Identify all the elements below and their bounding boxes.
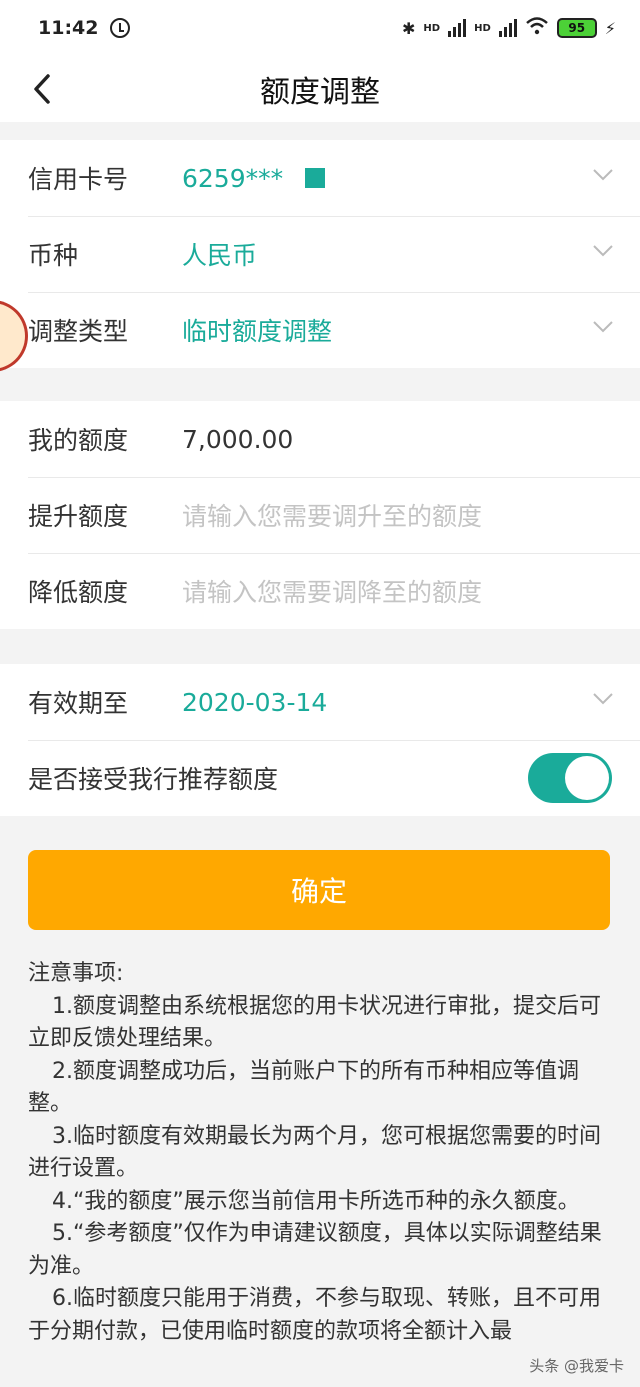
chevron-down-icon <box>593 245 613 257</box>
note-item: 4.“我的额度”展示您当前信用卡所选币种的永久额度。 <box>52 1188 580 1214</box>
wifi-icon <box>525 17 549 39</box>
confirm-button[interactable]: 确定 <box>28 850 610 930</box>
nav-bar: 额度调整 <box>0 56 640 122</box>
bluetooth-icon: ✱ <box>402 18 416 38</box>
card-info-section: 信用卡号 6259*** 币种 人民币 调整类型 临时额度调整 <box>0 140 640 368</box>
adjust-type-row[interactable]: 调整类型 临时额度调整 <box>0 292 640 368</box>
masked-digits-block <box>305 168 326 188</box>
card-number-row[interactable]: 信用卡号 6259*** <box>0 140 640 216</box>
back-arrow-icon[interactable] <box>28 72 62 106</box>
hd-label-1: HD <box>423 22 441 34</box>
raise-limit-input[interactable]: 请输入您需要调升至的额度 <box>182 497 482 533</box>
raise-limit-label: 提升额度 <box>28 502 129 531</box>
charging-icon: ⚡ <box>604 18 616 38</box>
chevron-down-icon <box>593 693 613 705</box>
valid-until-label: 有效期至 <box>28 689 129 718</box>
chevron-down-icon <box>593 169 613 181</box>
chevron-down-icon <box>593 321 613 333</box>
battery-icon: 95 <box>556 18 597 38</box>
status-time: 11:42 <box>38 17 99 39</box>
status-icons: ✱ HD HD 95 ⚡ <box>402 17 616 39</box>
lower-limit-label: 降低额度 <box>28 578 129 607</box>
alarm-icon <box>110 18 131 38</box>
my-limit-row: 我的额度 7,000.00 <box>0 401 640 477</box>
signal-icon-1 <box>448 19 467 37</box>
adjust-type-label: 调整类型 <box>28 317 129 346</box>
lower-limit-input[interactable]: 请输入您需要调降至的额度 <box>182 573 482 609</box>
accept-recommend-label: 是否接受我行推荐额度 <box>28 765 279 794</box>
currency-label: 币种 <box>28 241 79 270</box>
limits-section: 我的额度 7,000.00 提升额度 请输入您需要调升至的额度 降低额度 请输入… <box>0 401 640 629</box>
watermark: 头条 @我爱卡 <box>529 1357 624 1375</box>
accept-recommend-row: 是否接受我行推荐额度 <box>0 740 640 816</box>
hd-label-2: HD <box>474 22 491 34</box>
note-item: 6.临时额度只能用于消费，不参与取现、转账，且不可用于分期付款，已使用临时额度的… <box>28 1286 601 1344</box>
lower-limit-row[interactable]: 降低额度 请输入您需要调降至的额度 <box>0 553 640 629</box>
my-limit-value: 7,000.00 <box>182 424 294 454</box>
notes-title: 注意事项: <box>28 961 124 986</box>
note-item: 1.额度调整由系统根据您的用卡状况进行审批，提交后可立即反馈处理结果。 <box>28 993 601 1052</box>
currency-row[interactable]: 币种 人民币 <box>0 216 640 292</box>
currency-value: 人民币 <box>182 241 258 270</box>
note-item: 2.额度调整成功后，当前账户下的所有币种相应等值调整。 <box>28 1058 579 1117</box>
notes-section: 注意事项: 1.额度调整由系统根据您的用卡状况进行审批，提交后可立即反馈处理结果… <box>28 958 616 1348</box>
validity-section: 有效期至 2020-03-14 是否接受我行推荐额度 <box>0 664 640 816</box>
toggle-knob <box>565 756 609 800</box>
raise-limit-row[interactable]: 提升额度 请输入您需要调升至的额度 <box>0 477 640 553</box>
card-number-label: 信用卡号 <box>28 165 129 194</box>
adjust-type-value: 临时额度调整 <box>182 317 333 346</box>
note-item: 3.临时额度有效期最长为两个月，您可根据您需要的时间进行设置。 <box>28 1123 601 1182</box>
signal-icon-2 <box>498 19 517 37</box>
my-limit-label: 我的额度 <box>28 426 129 455</box>
status-bar: 11:42 ✱ HD HD 95 ⚡ <box>0 0 640 56</box>
valid-until-row[interactable]: 有效期至 2020-03-14 <box>0 664 640 740</box>
accept-recommend-toggle[interactable] <box>528 753 612 803</box>
card-number-value: 6259*** <box>182 163 284 193</box>
valid-until-value: 2020-03-14 <box>182 687 328 717</box>
page-title: 额度调整 <box>260 75 380 110</box>
note-item: 5.“参考额度”仅作为申请建议额度，具体以实际调整结果为准。 <box>28 1221 602 1279</box>
